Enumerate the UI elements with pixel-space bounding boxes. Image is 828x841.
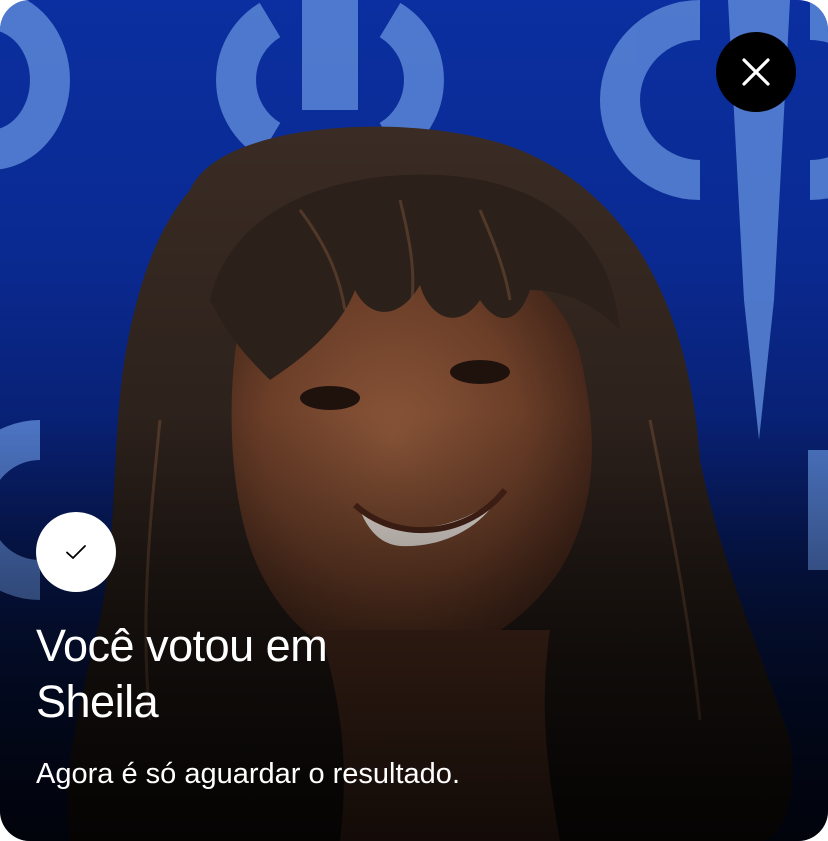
candidate-name: Sheila — [36, 676, 159, 727]
close-icon — [742, 58, 770, 86]
check-icon — [66, 545, 86, 559]
confirmation-subtitle: Agora é só aguardar o resultado. — [36, 758, 460, 790]
vote-confirmed-badge — [36, 512, 116, 592]
confirmation-title: Você votou em Sheila — [36, 618, 496, 730]
vote-confirmation-card: Você votou em Sheila Agora é só aguardar… — [0, 0, 828, 841]
close-button[interactable] — [716, 32, 796, 112]
confirmation-title-line1: Você votou em — [36, 620, 328, 671]
